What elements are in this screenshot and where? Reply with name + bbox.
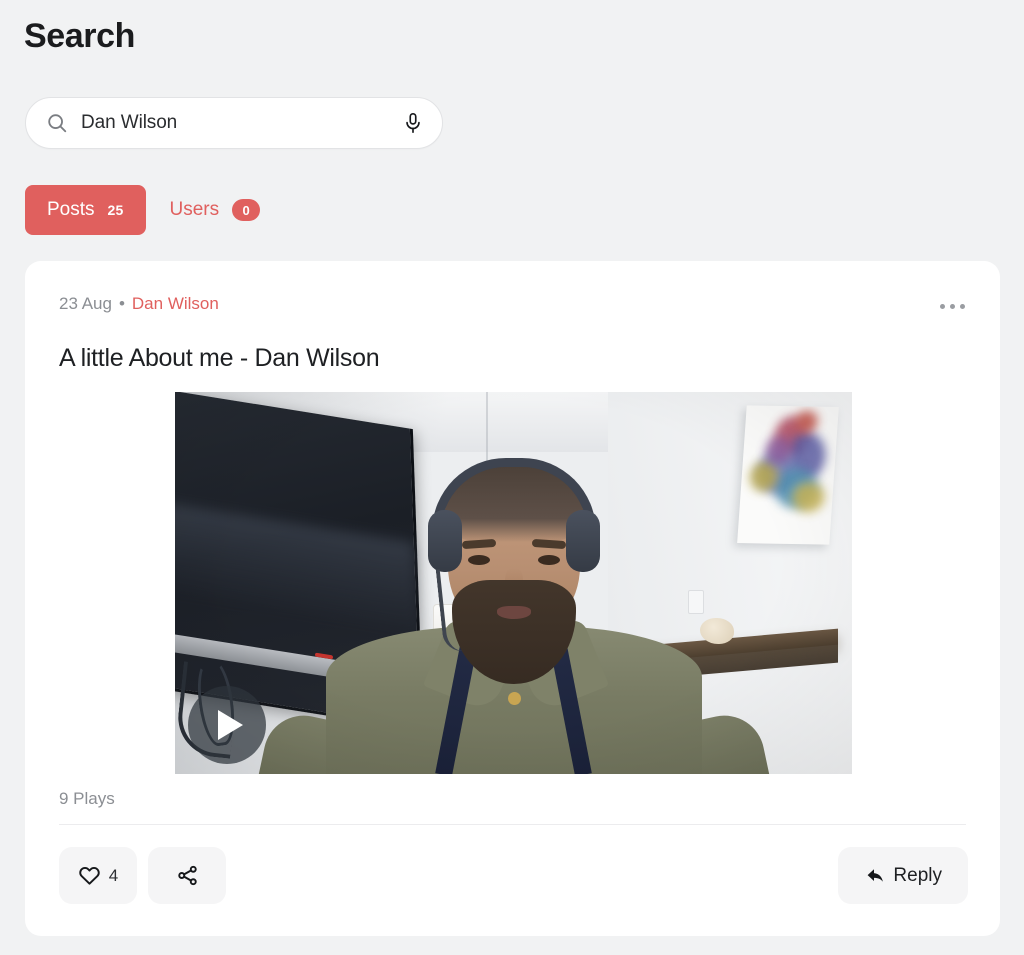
post-card: 23 Aug • Dan Wilson A little About me - … (25, 261, 1000, 936)
more-dot (939, 303, 945, 309)
headset-earcup-right (565, 510, 600, 572)
meta-separator: • (118, 294, 125, 313)
more-dot (949, 303, 955, 309)
like-count: 4 (108, 865, 119, 885)
eye-left (467, 555, 490, 565)
play-icon (218, 710, 243, 740)
like-button[interactable]: 4 (59, 847, 137, 904)
wall-artwork (737, 405, 839, 545)
heart-icon (78, 864, 101, 887)
share-icon (176, 864, 199, 887)
mouth (496, 606, 531, 619)
shirt-button (507, 692, 521, 705)
microphone-icon[interactable] (402, 111, 424, 135)
post-actions: 4 (59, 847, 226, 904)
reply-arrow-icon (864, 864, 888, 888)
search-page: Search Posts 25 Users 0 (0, 0, 1024, 955)
tab-users-count-badge: 0 (232, 199, 261, 221)
shelf-object (700, 618, 734, 644)
card-divider (59, 824, 966, 825)
tab-users[interactable]: Users 0 (146, 185, 283, 235)
tab-posts-count: 25 (107, 202, 124, 218)
search-input[interactable] (68, 112, 402, 134)
reply-button[interactable]: Reply (838, 847, 968, 904)
art-blob (795, 410, 819, 433)
more-dot (959, 303, 965, 309)
tab-posts-label: Posts (47, 199, 95, 220)
video-scene: ue hq (175, 392, 852, 774)
post-title: A little About me - Dan Wilson (59, 344, 380, 372)
more-horizontal-icon[interactable] (932, 294, 972, 318)
eye-right (537, 555, 560, 565)
tv-glare (175, 501, 417, 632)
page-title: Search (24, 17, 136, 55)
share-button[interactable] (148, 847, 226, 904)
search-result-tabs: Posts 25 Users 0 (25, 185, 282, 235)
search-bar[interactable] (25, 97, 443, 149)
headset-earcup-left (427, 510, 462, 572)
reply-label: Reply (893, 864, 942, 886)
tab-posts[interactable]: Posts 25 (25, 185, 146, 235)
video-thumbnail[interactable]: ue hq (175, 392, 852, 774)
play-button[interactable] (188, 686, 266, 764)
play-count: 9 Plays (59, 789, 115, 808)
post-meta: 23 Aug • Dan Wilson (59, 294, 219, 314)
art-blob (791, 482, 826, 513)
tab-users-label: Users (169, 199, 220, 220)
post-author-link[interactable]: Dan Wilson (132, 294, 219, 314)
wall-outlet (688, 590, 704, 614)
search-icon (46, 112, 68, 134)
post-date: 23 Aug (59, 294, 112, 313)
